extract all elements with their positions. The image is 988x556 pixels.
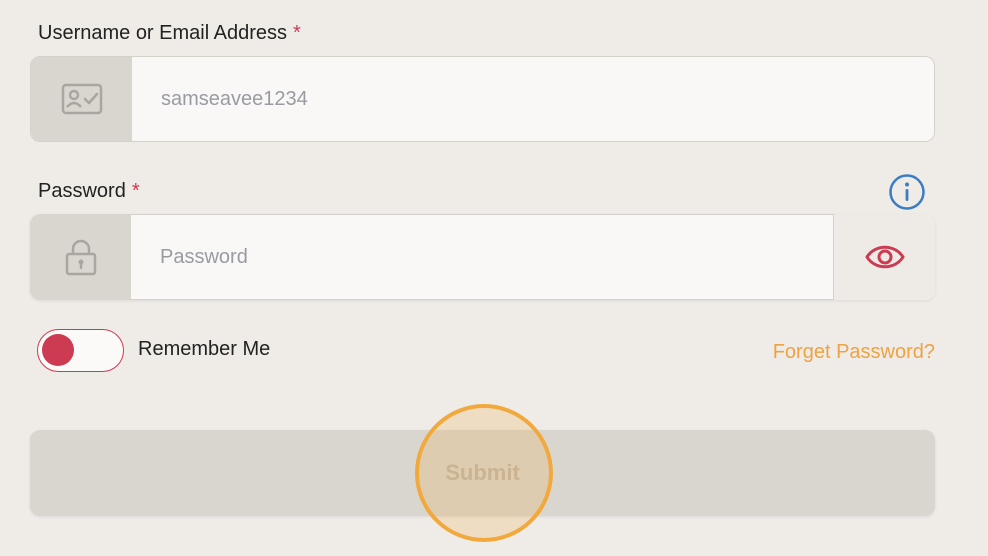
username-label: Username or Email Address: [38, 22, 287, 44]
password-addon: [30, 214, 131, 300]
info-icon[interactable]: [888, 173, 926, 211]
username-field: [30, 56, 935, 142]
required-asterisk: *: [131, 180, 140, 202]
password-label: Password: [38, 180, 126, 202]
toggle-knob: [42, 334, 74, 366]
lock-icon: [64, 238, 98, 276]
show-password-button[interactable]: [834, 214, 935, 300]
password-field: [30, 214, 935, 300]
eye-icon: [864, 242, 905, 272]
remember-me-toggle[interactable]: [37, 329, 124, 372]
forgot-password-link[interactable]: Forget Password?: [773, 341, 935, 364]
username-addon: [31, 57, 132, 141]
id-card-icon: [61, 83, 103, 115]
password-label-row: Password *: [38, 180, 140, 203]
remember-me-label: Remember Me: [138, 338, 271, 360]
required-asterisk: *: [292, 22, 301, 44]
password-input[interactable]: [131, 214, 834, 300]
username-label-row: Username or Email Address *: [38, 22, 301, 45]
username-input[interactable]: [132, 57, 934, 141]
submit-button[interactable]: Submit: [30, 430, 935, 516]
